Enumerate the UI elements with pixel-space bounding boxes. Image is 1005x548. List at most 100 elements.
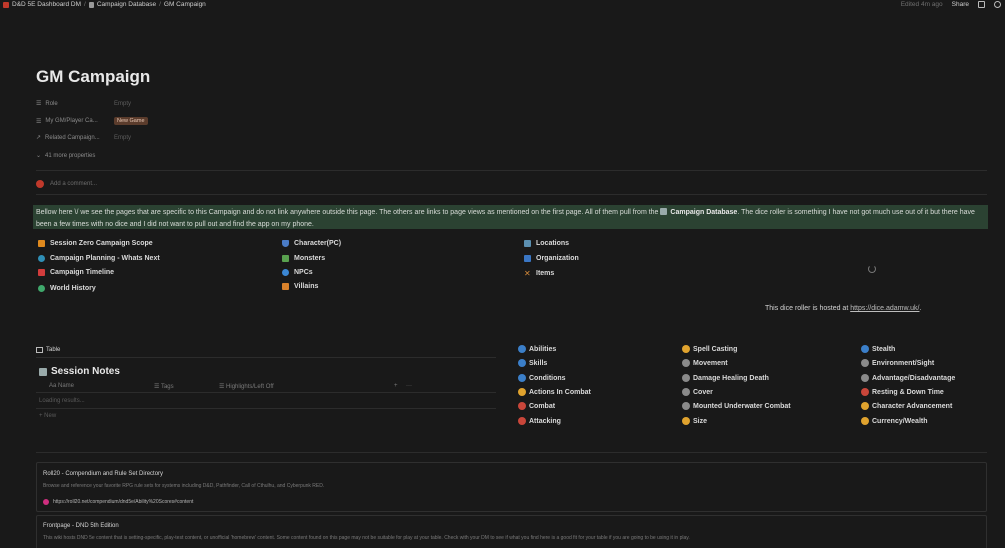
link-label: Skills [529,359,548,367]
link-label: Stealth [872,345,896,353]
link-session-zero[interactable]: Session Zero Campaign Scope [38,240,153,247]
link-villains[interactable]: Villains [282,283,318,290]
bookmark-roll20[interactable]: Roll20 - Compendium and Rule Set Directo… [36,462,987,512]
link-label: Environment/Sight [872,359,935,367]
new-row-button[interactable]: + New [39,413,56,419]
property-related-campaign[interactable]: ↗ Related Campaign... Empty [36,134,131,142]
rule-link-character-advancement[interactable]: Character Advancement [861,402,952,410]
dice-icon [682,345,690,353]
link-label: Currency/Wealth [872,417,928,425]
link-label: Movement [693,359,728,367]
link-label: Combat [529,402,556,410]
globe-icon [38,285,45,292]
link-items[interactable]: ✕ Items [524,269,554,278]
database-title[interactable]: Session Notes [39,366,120,377]
rule-link-advantage-disadvantage[interactable]: Advantage/Disadvantage [861,374,955,382]
comment-input[interactable]: Add a comment... [50,181,97,187]
column-header-highlights[interactable]: ☰ Highlights/Left Off [219,383,274,390]
link-label: Campaign Timeline [50,269,115,276]
breadcrumb-separator: / [84,1,86,8]
link-campaign-timeline[interactable]: Campaign Timeline [38,269,114,276]
bookmark-description: Browse and reference your favorite RPG r… [43,483,325,489]
comment-box[interactable]: Add a comment... [36,180,97,188]
link-label: Campaign Planning - Whats Next [50,255,160,262]
dice-host-label: This dice roller is hosted at [765,305,851,312]
dice-icon [518,388,526,396]
link-world-history[interactable]: World History [38,285,96,292]
link-monsters[interactable]: Monsters [282,255,325,262]
link-npcs[interactable]: NPCs [282,269,313,276]
add-column-button[interactable]: + [394,383,398,389]
rule-link-stealth[interactable]: Stealth [861,345,895,353]
property-value[interactable]: Empty [114,135,131,141]
rule-link-mounted-underwater-combat[interactable]: Mounted Underwater Combat [682,402,791,410]
rule-link-size[interactable]: Size [682,417,707,425]
bookmark-description: This wiki hosts DND 5e content that is s… [43,535,690,541]
bookmark-url-text: https://roll20.net/compendium/dnd5e/Abil… [53,499,194,505]
rule-link-conditions[interactable]: Conditions [518,374,566,382]
rule-link-movement[interactable]: Movement [682,359,728,367]
list-icon: ☰ [219,384,227,390]
property-value[interactable]: Empty [114,101,131,107]
link-organization[interactable]: Organization [524,255,579,262]
updates-icon[interactable] [994,1,1001,8]
rule-link-resting-down-time[interactable]: Resting & Down Time [861,388,944,396]
property-gm-player[interactable]: ☰ My GM/Player Ca... New Game [36,117,148,125]
rule-link-damage-healing-death[interactable]: Damage Healing Death [682,374,769,382]
bookmark-title: Roll20 - Compendium and Rule Set Directo… [43,471,164,477]
rule-link-attacking[interactable]: Attacking [518,417,561,425]
column-options-button[interactable]: ··· [406,383,412,389]
dice-icon [682,359,690,367]
rule-link-actions-in-combat[interactable]: Actions In Combat [518,388,591,396]
roll20-favicon-icon [43,499,49,505]
dragon-icon [282,255,289,262]
link-locations[interactable]: Locations [524,240,569,247]
breadcrumb-item[interactable]: GM Campaign [164,1,206,8]
callout-text: Bellow here \/ we see the pages that are… [36,209,661,216]
bookmark-dnd5e-wiki[interactable]: Frontpage - DND 5th Edition This wiki ho… [36,515,987,548]
organization-icon [524,255,531,262]
rule-link-cover[interactable]: Cover [682,388,713,396]
list-icon: ☰ [36,118,42,125]
tab-table[interactable]: Table [36,347,60,353]
shield-icon [282,240,289,247]
divider [36,452,987,453]
rule-link-skills[interactable]: Skills [518,359,547,367]
link-character-pc[interactable]: Character(PC) [282,240,341,247]
page-title[interactable]: GM Campaign [36,67,150,87]
database-icon [88,1,94,8]
dice-icon [682,402,690,410]
dice-icon [518,374,526,382]
share-button[interactable]: Share [952,1,969,8]
rule-link-environment-sight[interactable]: Environment/Sight [861,359,934,367]
divider [36,408,496,409]
more-properties-label: 41 more properties [45,152,96,159]
breadcrumb: D&D 5E Dashboard DM / Campaign Database … [3,1,206,8]
dice-host-text: This dice roller is hosted at https://di… [765,305,921,312]
comments-icon[interactable] [978,1,985,8]
dice-link[interactable]: https://dice.adamw.uk/ [850,305,919,312]
link-campaign-planning[interactable]: Campaign Planning - Whats Next [38,255,160,262]
rule-link-combat[interactable]: Combat [518,402,555,410]
people-icon [282,269,289,276]
rule-link-spell-casting[interactable]: Spell Casting [682,345,737,353]
link-label: Villains [294,283,319,290]
campaign-database-link[interactable]: Campaign Database [670,209,737,216]
column-header-name[interactable]: Aa Name [49,383,74,389]
breadcrumb-item[interactable]: Campaign Database [97,1,156,8]
more-properties-toggle[interactable]: ⌄ 41 more properties [36,152,96,160]
dice-icon [861,374,869,382]
property-role[interactable]: ☰ Role Empty [36,100,131,108]
breadcrumb-separator: / [159,1,161,8]
rule-link-currency-wealth[interactable]: Currency/Wealth [861,417,928,425]
rule-link-abilities[interactable]: Abilities [518,345,556,353]
breadcrumb-item[interactable]: D&D 5E Dashboard DM [12,1,81,8]
column-header-tags[interactable]: ☰ Tags [154,383,174,390]
link-label: World History [50,285,96,292]
link-label: Abilities [529,345,557,353]
callout-block[interactable]: Bellow here \/ we see the pages that are… [33,205,988,229]
dice-icon [861,388,869,396]
link-label: Organization [536,255,579,262]
dice-icon [861,417,869,425]
property-tag-badge[interactable]: New Game [114,117,148,125]
